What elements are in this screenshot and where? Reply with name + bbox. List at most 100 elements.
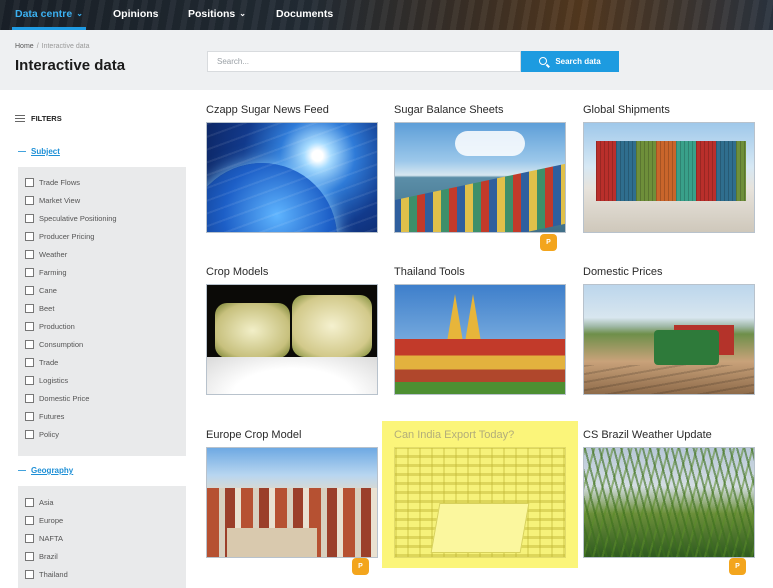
nav-item-data-centre[interactable]: Data centre ⌄ <box>12 0 86 30</box>
checkbox[interactable] <box>25 268 34 277</box>
search-input[interactable] <box>207 51 521 72</box>
dataset-tile-thailand-tools[interactable]: Thailand Tools <box>394 266 566 418</box>
filter-option-label: Trade <box>39 358 59 367</box>
sliders-icon <box>15 115 25 122</box>
sugar-pile-graphic <box>207 357 377 394</box>
checkbox[interactable] <box>25 250 34 259</box>
checkbox[interactable] <box>25 178 34 187</box>
dataset-tile-czapp-sugar-news-feed[interactable]: Czapp Sugar News Feed <box>206 104 378 256</box>
checkbox[interactable] <box>25 358 34 367</box>
breadcrumb-home-link[interactable]: Home <box>15 43 34 50</box>
container-ship-image <box>394 122 566 233</box>
cane-harvest-tractor-image <box>583 284 755 395</box>
filter-option-label: Europe <box>39 516 64 525</box>
dataset-tile-crop-models[interactable]: Crop Models <box>206 266 378 418</box>
checkbox[interactable] <box>25 304 34 313</box>
ship-graphic <box>395 163 565 232</box>
sugar-sacks-warehouse-image <box>394 447 566 558</box>
tile-title: Can India Export Today? <box>394 429 515 441</box>
filters-label: FILTERS <box>31 114 62 123</box>
breadcrumb-current: Interactive data <box>41 43 90 50</box>
conveyor-graphic <box>430 503 530 553</box>
filter-group-toggle-subject[interactable]: — Subject <box>18 147 60 156</box>
nav-item-opinions[interactable]: Opinions <box>113 0 159 30</box>
town-square-graphic <box>227 528 317 557</box>
breadcrumb: Home / Interactive data <box>15 43 90 50</box>
chevron-down-icon: ⌄ <box>239 9 246 18</box>
cane-piece-graphic <box>215 303 290 358</box>
lawn-graphic <box>395 382 565 394</box>
checkbox[interactable] <box>25 214 34 223</box>
sugar-cane-field-image <box>583 447 755 558</box>
dataset-tile-cs-brazil-weather-update[interactable]: CS Brazil Weather Update P <box>583 429 755 581</box>
filter-option-label: Policy <box>39 430 60 439</box>
tile-title: Domestic Prices <box>583 266 663 278</box>
checkbox[interactable] <box>25 516 34 525</box>
search-icon <box>539 57 548 65</box>
filter-option-label: Market View <box>39 196 81 205</box>
filter-option-label: Brazil <box>39 552 58 561</box>
filter-option-label: Producer Pricing <box>39 232 95 241</box>
tile-title: Sugar Balance Sheets <box>394 104 504 116</box>
field-furrows <box>584 365 754 394</box>
nav-item-documents[interactable]: Documents <box>276 0 333 30</box>
filter-option-label: Logistics <box>39 376 69 385</box>
filter-group-label: Geography <box>31 466 74 475</box>
premium-badge: P <box>729 558 746 575</box>
filter-option-label: Asia <box>39 498 54 507</box>
top-navigation-bar: Data centre ⌄ Opinions Positions ⌄ Documen… <box>0 0 773 30</box>
checkbox[interactable] <box>25 322 34 331</box>
checkbox[interactable] <box>25 232 34 241</box>
search-data-button[interactable]: Search data <box>521 51 619 72</box>
checkbox[interactable] <box>25 376 34 385</box>
filter-option-label: Production <box>39 322 75 331</box>
checkbox[interactable] <box>25 412 34 421</box>
tile-title: Czapp Sugar News Feed <box>206 104 329 116</box>
checkbox[interactable] <box>25 430 34 439</box>
filter-group-label: Subject <box>31 147 60 156</box>
thai-temple-image <box>394 284 566 395</box>
nav-item-label: Data centre <box>15 8 73 20</box>
tractor-graphic <box>654 330 719 365</box>
chevron-down-icon: ⌄ <box>76 9 83 18</box>
collapse-icon: — <box>18 466 26 475</box>
filter-option-label: Consumption <box>39 340 84 349</box>
dataset-tile-can-india-export-today[interactable]: Can India Export Today? <box>382 421 578 568</box>
filter-option-label: Futures <box>39 412 65 421</box>
checkbox[interactable] <box>25 196 34 205</box>
filter-option-label: Cane <box>39 286 57 295</box>
nav-item-label: Opinions <box>113 8 159 20</box>
tile-title: Crop Models <box>206 266 269 278</box>
dataset-tile-sugar-balance-sheets[interactable]: Sugar Balance Sheets P <box>394 104 566 256</box>
dataset-tile-europe-crop-model[interactable]: Europe Crop Model P <box>206 429 378 581</box>
nav-item-label: Positions <box>188 8 236 20</box>
collapse-icon: — <box>18 147 26 156</box>
tile-title: CS Brazil Weather Update <box>583 429 712 441</box>
checkbox[interactable] <box>25 286 34 295</box>
search-button-label: Search data <box>555 57 601 66</box>
cane-leaves-graphic <box>584 448 754 557</box>
globe-news-image <box>206 122 378 233</box>
tile-title: Global Shipments <box>583 104 670 116</box>
checkbox[interactable] <box>25 498 34 507</box>
cane-piece-graphic <box>292 295 372 357</box>
checkbox[interactable] <box>25 552 34 561</box>
filter-panel-subject: Trade Flows Market View Speculative Posi… <box>18 167 186 456</box>
sugar-cane-cross-section-image <box>206 284 378 395</box>
checkbox[interactable] <box>25 570 34 579</box>
checkbox[interactable] <box>25 534 34 543</box>
checkbox[interactable] <box>25 340 34 349</box>
premium-badge: P <box>540 234 557 251</box>
filter-group-toggle-geography[interactable]: — Geography <box>18 466 73 475</box>
container-ribs <box>596 141 746 201</box>
nav-item-positions[interactable]: Positions ⌄ <box>188 0 246 30</box>
dataset-tile-domestic-prices[interactable]: Domestic Prices <box>583 266 755 418</box>
breadcrumb-separator: / <box>36 43 39 50</box>
dataset-tile-global-shipments[interactable]: Global Shipments <box>583 104 755 256</box>
filter-option-label: NAFTA <box>39 534 64 543</box>
checkbox[interactable] <box>25 394 34 403</box>
premium-badge: P <box>352 558 369 575</box>
page-header: Home / Interactive data Interactive data S… <box>0 30 773 90</box>
filter-option-label: Trade Flows <box>39 178 80 187</box>
cloud-graphic <box>455 131 525 156</box>
